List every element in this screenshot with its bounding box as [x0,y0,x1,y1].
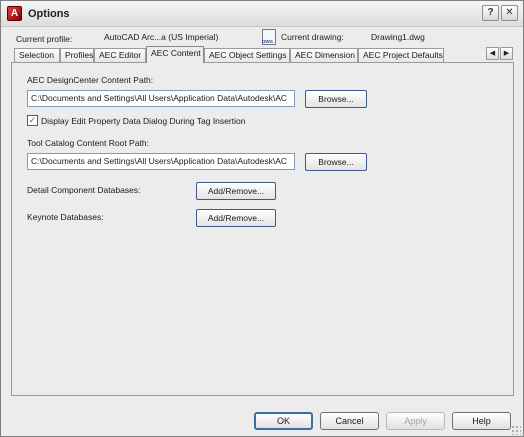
tab-aec-content[interactable]: AEC Content [146,46,204,63]
display-edit-checkbox-label: Display Edit Property Data Dialog During… [41,116,246,126]
tab-aec-project-defaults[interactable]: AEC Project Defaults [358,48,444,62]
window-title: Options [28,8,70,20]
tool-catalog-path-label: Tool Catalog Content Root Path: [27,138,149,148]
tab-aec-object-settings[interactable]: AEC Object Settings [204,48,290,62]
title-help-button[interactable]: ? [482,5,499,21]
options-dialog: A Options ? ✕ Current profile: AutoCAD A… [0,0,524,437]
designcenter-path-label: AEC DesignCenter Content Path: [27,75,154,85]
current-profile-label: Current profile: [16,34,73,44]
designcenter-browse-button[interactable]: Browse... [305,90,367,108]
ok-button[interactable]: OK [254,412,313,430]
drawing-file-icon [262,29,276,45]
display-edit-checkbox[interactable]: ✓ [27,115,38,126]
current-drawing-label: Current drawing: [281,32,344,42]
tab-aec-editor[interactable]: AEC Editor [94,48,146,62]
apply-button: Apply [386,412,445,430]
autocad-app-icon: A [7,6,22,21]
keynote-db-label: Keynote Databases: [27,212,104,222]
designcenter-path-field[interactable]: C:\Documents and Settings\All Users\Appl… [27,90,295,107]
aec-content-panel [11,62,514,396]
current-drawing-value: Drawing1.dwg [371,32,425,42]
close-button[interactable]: ✕ [501,5,518,21]
help-button[interactable]: Help [452,412,511,430]
cancel-button[interactable]: Cancel [320,412,379,430]
tool-catalog-path-field[interactable]: C:\Documents and Settings\All Users\Appl… [27,153,295,170]
detail-component-db-label: Detail Component Databases: [27,185,141,195]
detail-add-remove-button[interactable]: Add/Remove... [196,182,276,200]
tab-scroll-left-icon[interactable]: ◀ [486,47,499,60]
current-profile-value: AutoCAD Arc...a (US Imperial) [104,32,219,42]
tool-catalog-browse-button[interactable]: Browse... [305,153,367,171]
tab-profiles[interactable]: Profiles [60,48,94,62]
tab-aec-dimension[interactable]: AEC Dimension [290,48,358,62]
keynote-add-remove-button[interactable]: Add/Remove... [196,209,276,227]
tab-scroll-right-icon[interactable]: ▶ [500,47,513,60]
resize-grip-icon[interactable] [511,425,521,435]
title-bar[interactable]: A Options ? ✕ [1,1,523,27]
tab-selection[interactable]: Selection [14,48,60,62]
